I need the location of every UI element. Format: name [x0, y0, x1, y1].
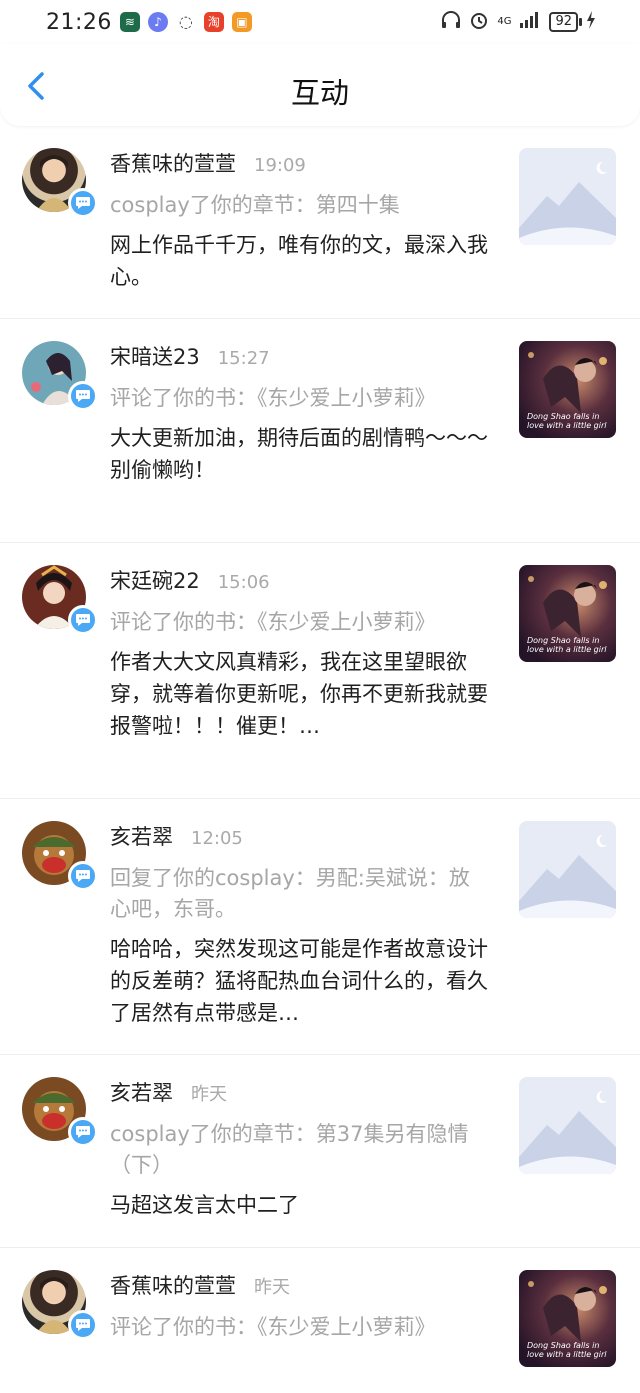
avatar[interactable]	[22, 1077, 98, 1147]
battery-level: 92	[555, 14, 572, 29]
page-title: 互动	[290, 76, 349, 110]
timestamp: 12:05	[191, 828, 243, 849]
action-text[interactable]: cosplay了你的章节：第37集另有隐情（下）	[110, 1119, 490, 1181]
action-text[interactable]: 评论了你的书：《东少爱上小萝莉》	[110, 1312, 490, 1343]
timestamp: 19:09	[254, 155, 306, 176]
signal-icon	[519, 11, 541, 33]
app-notification-icon: ≋	[119, 12, 140, 32]
list-item[interactable]: 宋暗送23 15:27 评论了你的书：《东少爱上小萝莉》 大大更新加油，期待后面…	[0, 319, 640, 543]
comment-badge-icon	[68, 1117, 98, 1147]
user-name[interactable]: 香蕉味的萱萱	[110, 1270, 236, 1300]
timestamp: 昨天	[191, 1084, 227, 1105]
comment-badge-icon	[68, 1310, 98, 1340]
book-cover-thumbnail[interactable]: Dong Shao falls in love with a little gi…	[519, 565, 616, 662]
comment-text: 网上作品千千万，唯有你的文，最深入我心。	[110, 233, 488, 289]
comment-badge-icon	[68, 861, 98, 891]
avatar[interactable]	[22, 565, 98, 635]
list-item[interactable]: 亥若翠 12:05 回复了你的cosplay：男配:吴斌说：放心吧，东哥。 哈哈…	[0, 799, 640, 1055]
comment-badge-icon	[68, 188, 98, 218]
cover-caption: Dong Shao falls in love with a little gi…	[527, 1341, 607, 1359]
avatar[interactable]	[22, 1270, 98, 1340]
user-name[interactable]: 香蕉味的萱萱	[110, 148, 236, 178]
user-name[interactable]: 宋暗送23	[110, 341, 200, 371]
timestamp: 昨天	[254, 1277, 290, 1298]
action-text[interactable]: 评论了你的书：《东少爱上小萝莉》	[110, 607, 490, 638]
book-cover-thumbnail[interactable]: Dong Shao falls in love with a little gi…	[519, 1270, 616, 1367]
comment-text: 作者大大文风真精彩，我在这里望眼欲穿，就等着你更新呢，你再不更新我就要报警啦！！…	[110, 650, 488, 738]
headphones-icon	[441, 11, 461, 33]
alarm-icon	[469, 10, 489, 34]
navigation-bar: 互动	[0, 44, 640, 126]
avatar[interactable]	[22, 821, 98, 891]
music-notification-icon: ♪	[147, 12, 168, 32]
content-thumbnail-placeholder[interactable]	[519, 148, 616, 245]
comment-text: 大大更新加油，期待后面的剧情鸭～～～别偷懒哟！	[110, 426, 488, 482]
avatar[interactable]	[22, 148, 98, 218]
network-type: 4G	[497, 16, 512, 27]
list-item[interactable]: 亥若翠 昨天 cosplay了你的章节：第37集另有隐情（下） 马超这发言太中二…	[0, 1055, 640, 1248]
wechat-notification-icon: ◌	[178, 12, 193, 31]
status-time: 21:26	[46, 9, 112, 35]
comment-badge-icon	[68, 381, 98, 411]
list-item[interactable]: 香蕉味的萱萱 昨天 评论了你的书：《东少爱上小萝莉》 Dong Shao fal…	[0, 1248, 640, 1393]
avatar[interactable]	[22, 341, 98, 411]
action-text[interactable]: cosplay了你的章节：第四十集	[110, 190, 490, 221]
list-item[interactable]: 香蕉味的萱萱 19:09 cosplay了你的章节：第四十集 网上作品千千万，唯…	[0, 126, 640, 319]
user-name[interactable]: 宋廷碗22	[110, 565, 200, 595]
user-name[interactable]: 亥若翠	[110, 821, 173, 851]
game-notification-icon: ▣	[231, 12, 252, 32]
list-item[interactable]: 宋廷碗22 15:06 评论了你的书：《东少爱上小萝莉》 作者大大文风真精彩，我…	[0, 543, 640, 799]
cover-caption: Dong Shao falls in love with a little gi…	[527, 412, 607, 430]
status-bar: 21:26 ≋ ♪ ◌ 淘 ▣ 4G 92	[0, 0, 640, 44]
user-name[interactable]: 亥若翠	[110, 1077, 173, 1107]
comment-text: 哈哈哈，突然发现这可能是作者故意设计的反差萌？猛将配热血台词什么的，看久了居然有…	[110, 937, 488, 1025]
cover-caption: Dong Shao falls in love with a little gi…	[527, 636, 607, 654]
action-text[interactable]: 评论了你的书：《东少爱上小萝莉》	[110, 383, 490, 414]
taobao-notification-icon: 淘	[203, 12, 224, 32]
battery-icon: 92	[549, 12, 582, 32]
timestamp: 15:27	[217, 348, 270, 369]
action-text[interactable]: 回复了你的cosplay：男配:吴斌说：放心吧，东哥。	[110, 863, 490, 925]
book-cover-thumbnail[interactable]: Dong Shao falls in love with a little gi…	[519, 341, 616, 438]
interaction-list: 香蕉味的萱萱 19:09 cosplay了你的章节：第四十集 网上作品千千万，唯…	[0, 126, 640, 1393]
comment-text: 马超这发言太中二了	[110, 1193, 299, 1217]
comment-badge-icon	[68, 605, 98, 635]
charging-icon	[586, 11, 596, 33]
content-thumbnail-placeholder[interactable]	[519, 821, 616, 918]
content-thumbnail-placeholder[interactable]	[519, 1077, 616, 1174]
timestamp: 15:06	[217, 572, 270, 593]
